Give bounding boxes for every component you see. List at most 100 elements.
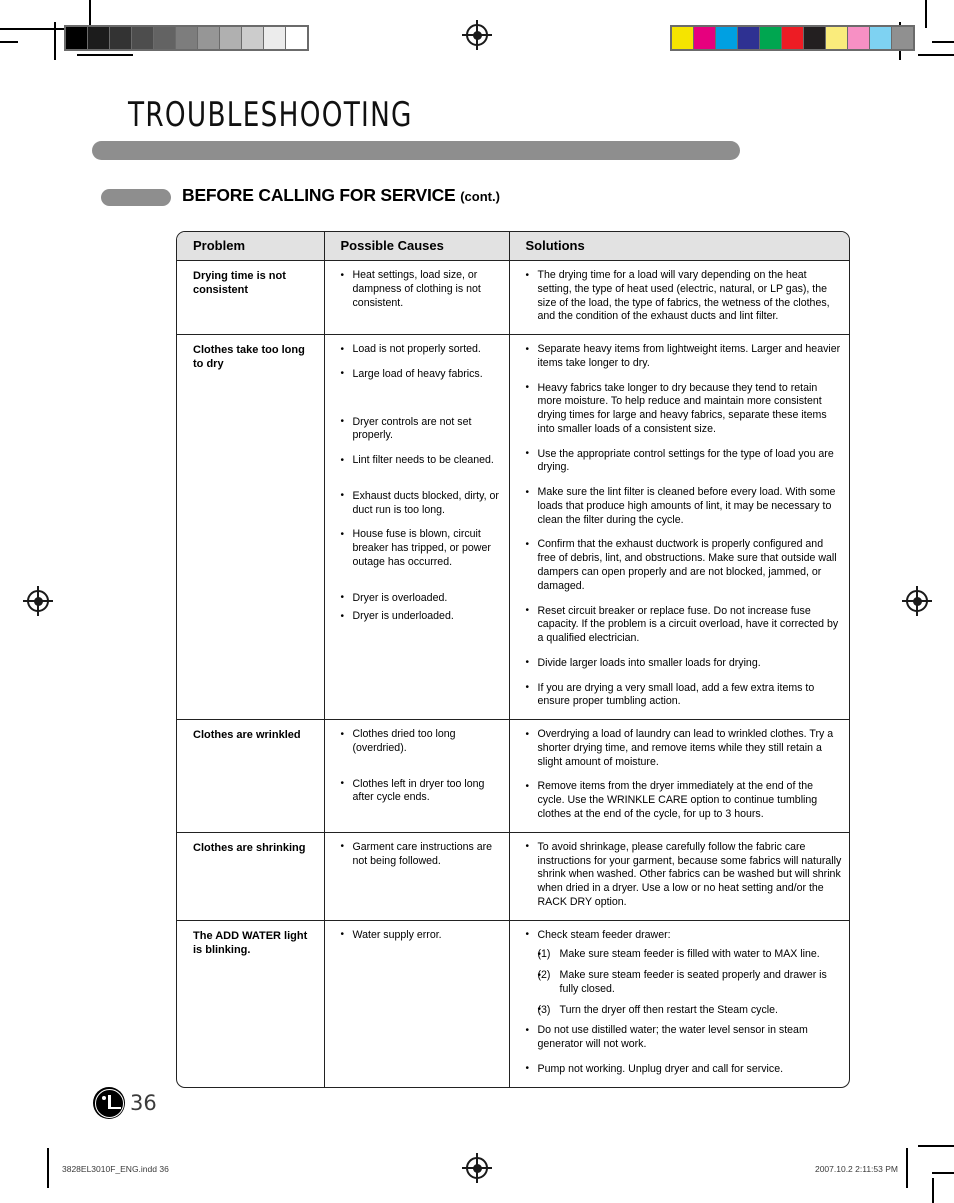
title-rule bbox=[92, 141, 740, 160]
color-patch bbox=[826, 27, 847, 49]
color-patch bbox=[716, 27, 737, 49]
cause-list: Water supply error. bbox=[341, 928, 500, 943]
crop-mark-top-right-vertical bbox=[925, 0, 927, 28]
grayscale-patch bbox=[154, 27, 175, 49]
color-patch bbox=[848, 27, 869, 49]
solution-item: Confirm that the exhaust ductwork is pro… bbox=[526, 538, 843, 593]
solution-list: The drying time for a load will vary dep… bbox=[526, 268, 843, 324]
cause-item: Large load of heavy fabrics. bbox=[341, 367, 500, 382]
grayscale-patch bbox=[242, 27, 263, 49]
registration-target-bottom bbox=[462, 1153, 492, 1183]
cell-possible-causes: Garment care instructions are not being … bbox=[324, 832, 510, 921]
solution-item: If you are drying a very small load, add… bbox=[526, 681, 843, 710]
solution-item: Use the appropriate control settings for… bbox=[526, 447, 843, 476]
solution-item: Check steam feeder drawer:(1)Make sure s… bbox=[526, 928, 843, 1018]
grayscale-calibration-strip bbox=[64, 25, 309, 51]
grayscale-patch bbox=[264, 27, 285, 49]
cause-list: Heat settings, load size, or dampness of… bbox=[341, 268, 500, 310]
table-row: Clothes are wrinkledClothes dried too lo… bbox=[177, 719, 849, 833]
cause-item: Heat settings, load size, or dampness of… bbox=[341, 268, 500, 310]
cause-item: Water supply error. bbox=[341, 928, 500, 943]
crop-mark-bottom-right-horizontal bbox=[918, 1145, 954, 1147]
cause-item: Load is not properly sorted. bbox=[341, 343, 500, 357]
solution-substep-item: (1)Make sure steam feeder is filled with… bbox=[538, 948, 843, 962]
imprint-timestamp: 2007.10.2 2:11:53 PM bbox=[814, 1164, 898, 1174]
grayscale-patch bbox=[220, 27, 241, 49]
table-row: Clothes are shrinking Garment care instru… bbox=[177, 832, 849, 921]
lg-logo-icon bbox=[93, 1087, 125, 1119]
substep-number: (3) bbox=[537, 1003, 551, 1016]
section-heading-text: BEFORE CALLING FOR SERVICE bbox=[182, 185, 456, 205]
cell-possible-causes: Water supply error. bbox=[324, 920, 510, 1087]
cell-solutions: Separate heavy items from lightweight it… bbox=[509, 334, 849, 721]
troubleshooting-table: Problem Possible Causes Solutions Drying… bbox=[177, 232, 849, 1087]
trim-rule-left bbox=[54, 22, 56, 60]
cell-possible-causes: Heat settings, load size, or dampness of… bbox=[324, 260, 510, 336]
bleed-mark-left bbox=[0, 41, 18, 43]
cause-item: Clothes dried too long (overdried). bbox=[341, 728, 500, 756]
color-patch bbox=[672, 27, 693, 49]
solution-list: Overdrying a load of laundry can lead to… bbox=[526, 728, 843, 822]
grayscale-patch bbox=[286, 27, 307, 49]
cell-problem: Clothes take too long to dry bbox=[177, 334, 325, 721]
solution-substep-list: (1)Make sure steam feeder is filled with… bbox=[538, 948, 843, 1017]
solution-item: The drying time for a load will vary dep… bbox=[526, 268, 843, 324]
registration-target-left bbox=[23, 586, 53, 616]
crop-mark-top-left-vertical bbox=[89, 0, 91, 28]
table-header-row: Problem Possible Causes Solutions bbox=[177, 232, 849, 261]
section-heading: BEFORE CALLING FOR SERVICE (cont.) bbox=[182, 185, 500, 206]
crop-mark-top-right-horizontal bbox=[932, 41, 954, 43]
cell-problem: Drying time is not consistent bbox=[177, 260, 325, 336]
cause-list: Clothes dried too long (overdried). Cloth… bbox=[341, 728, 500, 805]
cause-item: Lint filter needs to be cleaned. bbox=[341, 454, 500, 468]
cause-item: Dryer is underloaded. bbox=[341, 610, 500, 624]
column-header-causes: Possible Causes bbox=[324, 232, 510, 261]
grayscale-patch bbox=[88, 27, 109, 49]
table-header: Problem Possible Causes Solutions bbox=[177, 232, 849, 261]
cause-item: House fuse is blown, circuit breaker has… bbox=[341, 528, 500, 569]
solution-item: Overdrying a load of laundry can lead to… bbox=[526, 728, 843, 769]
cell-solutions: Overdrying a load of laundry can lead to… bbox=[509, 719, 849, 833]
solution-item: Make sure the lint filter is cleaned bef… bbox=[526, 486, 843, 527]
crop-mark-top-left-horizontal-2 bbox=[77, 54, 133, 56]
table-row: Clothes take too long to dryLoad is not … bbox=[177, 334, 849, 721]
solution-item: Pump not working. Unplug dryer and call … bbox=[526, 1062, 843, 1077]
crop-mark-bottom-right-horizontal-2 bbox=[932, 1172, 954, 1174]
solution-item: Heavy fabrics take longer to dry because… bbox=[526, 381, 843, 437]
solution-item: Separate heavy items from lightweight it… bbox=[526, 343, 843, 371]
cell-problem: Clothes are shrinking bbox=[177, 832, 325, 921]
solution-list: To avoid shrinkage, please carefully fol… bbox=[526, 840, 843, 910]
grayscale-patch bbox=[198, 27, 219, 49]
crop-mark-bottom-right-vertical bbox=[906, 1148, 908, 1188]
color-patch bbox=[738, 27, 759, 49]
grayscale-patch bbox=[132, 27, 153, 49]
substep-number: (2) bbox=[537, 969, 551, 982]
solution-substep-item: (3)Turn the dryer off then restart the S… bbox=[537, 1003, 843, 1018]
cause-item: Garment care instructions are not being … bbox=[341, 840, 500, 869]
grayscale-patch bbox=[110, 27, 131, 49]
substep-number: (1) bbox=[537, 948, 551, 961]
registration-target-top bbox=[462, 20, 492, 50]
page-number: 36 bbox=[130, 1091, 157, 1115]
section-heading-cont: (cont.) bbox=[460, 189, 500, 204]
grayscale-patch bbox=[176, 27, 197, 49]
crop-mark-bottom-right-vertical-2 bbox=[932, 1178, 934, 1203]
page-title: TROUBLESHOOTING bbox=[128, 95, 413, 135]
column-header-solutions: Solutions bbox=[509, 232, 849, 261]
cell-problem: Clothes are wrinkled bbox=[177, 719, 325, 833]
cell-solutions: To avoid shrinkage, please carefully fol… bbox=[509, 832, 849, 921]
solution-item: Divide larger loads into smaller loads f… bbox=[526, 656, 843, 671]
cell-possible-causes: Clothes dried too long (overdried). Cloth… bbox=[324, 719, 510, 833]
solution-item: Reset circuit breaker or replace fuse. D… bbox=[526, 604, 843, 646]
cell-solutions: Check steam feeder drawer:(1)Make sure s… bbox=[509, 920, 849, 1087]
crop-mark-bottom-left-vertical bbox=[47, 1148, 49, 1188]
table-body: Drying time is not consistent Heat settin… bbox=[177, 260, 849, 1087]
cause-list: Load is not properly sorted. Large load o… bbox=[341, 343, 500, 624]
cause-item: Dryer is overloaded. bbox=[341, 591, 500, 606]
cell-problem: The ADD WATER light is blinking. bbox=[177, 920, 325, 1087]
color-patch bbox=[694, 27, 715, 49]
solution-item: To avoid shrinkage, please carefully fol… bbox=[526, 840, 843, 910]
cause-item: Exhaust ducts blocked, dirty, or duct ru… bbox=[341, 489, 500, 518]
grayscale-patch bbox=[66, 27, 87, 49]
section-bullet-pill bbox=[101, 189, 171, 206]
